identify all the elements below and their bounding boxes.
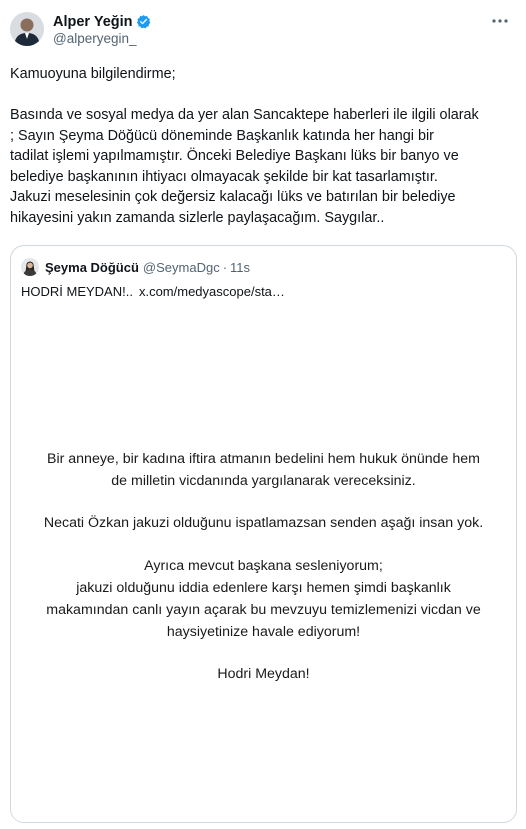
quoted-author-avatar[interactable] (21, 258, 39, 276)
more-options-icon[interactable] (490, 14, 510, 28)
quoted-tweet-card[interactable]: Şeyma Döğücü @SeymaDgc · 11s HODRİ MEYDA… (10, 245, 517, 823)
tweet-body-line: belediye başkanının ihtiyacı olmayacak ş… (10, 168, 438, 185)
tweet-header: Alper Yeğin @alperyegin_ (10, 12, 516, 52)
quoted-tweet-link[interactable]: x.com/medyascope/sta… (139, 284, 285, 299)
quoted-tweet-text: HODRİ MEYDAN!.. x.com/medyascope/sta… (21, 284, 285, 299)
statement-line: Necati Özkan jakuzi olduğunu ispatlamazs… (43, 515, 484, 531)
author-avatar[interactable] (10, 12, 44, 46)
author-display-name[interactable]: Alper Yeğin (53, 14, 133, 30)
verified-badge-icon (136, 14, 151, 29)
quoted-author-handle[interactable]: @SeymaDgc (143, 260, 220, 275)
quoted-tweet-image[interactable]: Bir anneye, bir kadına iftira atmanın be… (11, 310, 516, 822)
tweet-text: Kamuoyuna bilgilendirme; Basında ve sosy… (10, 64, 518, 228)
statement-line: Bir anneye, bir kadına iftira atmanın be… (47, 451, 480, 467)
tweet-intro: Kamuoyuna bilgilendirme; (10, 66, 176, 82)
author-handle[interactable]: @alperyegin_ (53, 31, 151, 46)
statement-line: makamından canlı yayın açarak bu mevzuyu… (46, 602, 481, 618)
tweet-body-line: hikayesini yakın zamanda sizlerle paylaş… (10, 209, 385, 226)
statement-line: jakuzi olduğunu iddia edenlere karşı hem… (76, 580, 451, 596)
quoted-author-display-name[interactable]: Şeyma Döğücü (45, 260, 139, 275)
tweet-body-line: Jakuzi meselesinin çok değersiz kalacağı… (10, 189, 456, 205)
separator-dot: · (222, 259, 228, 275)
quoted-tweet-header: Şeyma Döğücü @SeymaDgc · 11s (21, 258, 250, 276)
tweet-body-line: ; Sayın Şeyma Döğücü döneminde Başkanlık… (10, 127, 434, 144)
statement-closing: Hodri Meydan! (217, 666, 310, 682)
quoted-tweet-message: HODRİ MEYDAN!.. (21, 284, 133, 299)
statement-line: de milletin vicdanında yargılanarak vere… (111, 473, 416, 489)
tweet-body-line: tadilat işlemi yapılmamıştır. Önceki Bel… (10, 148, 459, 164)
tweet-body-line: Basında ve sosyal medya da yer alan Sanc… (10, 107, 479, 123)
statement-line: haysiyetinize havale ediyorum! (166, 624, 361, 640)
statement-line: Ayrıca mevcut başkana sesleniyorum; (144, 558, 383, 574)
quoted-tweet-time[interactable]: 11s (230, 260, 250, 275)
